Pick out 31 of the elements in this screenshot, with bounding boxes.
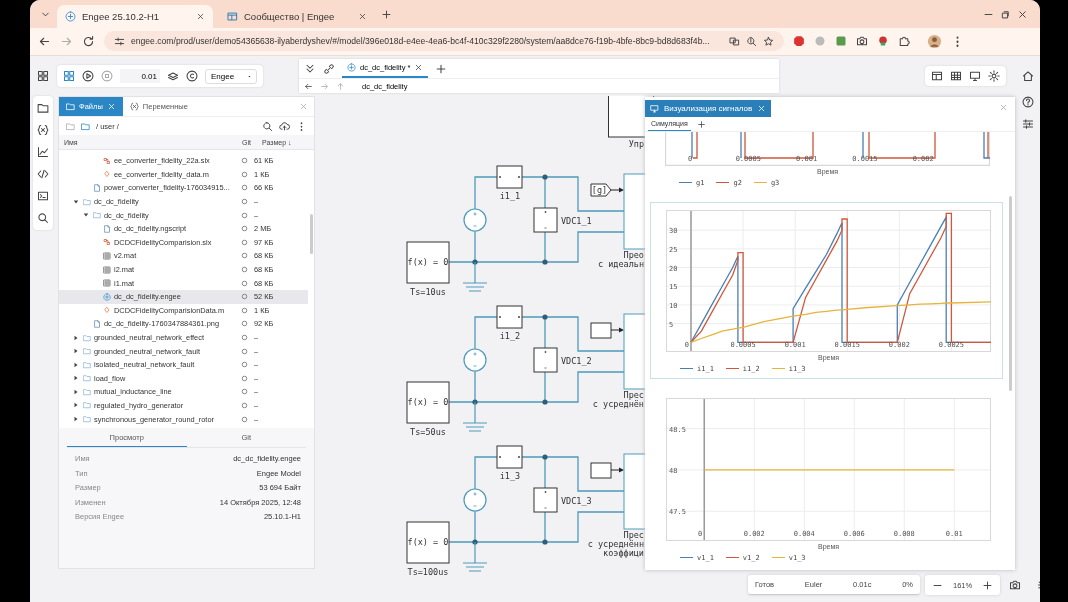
goto-tag-block: [g] <box>590 183 612 197</box>
block-label: Прео <box>623 250 644 260</box>
function-block: f(x) = 0 <box>406 241 450 284</box>
panel-tab[interactable]: Визуализация сигналов <box>645 99 772 117</box>
block-label: Прес <box>623 390 644 400</box>
block-label: Прес <box>623 530 644 540</box>
block-label: с идеальн <box>597 259 644 269</box>
url-text: engee.com/prod/user/demo54365638-ilyaberdyshev/#/model/396e018d-e4ee-4ea6-bc4f-410c329f2280/system/aa8dce76-f19b-4bfe-8bc9-bd8d683f4b... <box>131 36 711 47</box>
solver-dropdown[interactable]: Engee <box>205 68 257 84</box>
step-field[interactable]: 0.01 <box>120 69 160 83</box>
block-label: с усреднённ <box>587 539 644 549</box>
block-label: коэффици <box>603 548 644 558</box>
block-label: VDC1_3 <box>561 496 592 506</box>
block-label: Ts=10us <box>410 287 446 297</box>
block-label: i1_3 <box>499 471 521 481</box>
tab-title: Сообщество | Engee <box>244 10 336 22</box>
block-label: Упр <box>628 139 644 149</box>
function-block: f(x) = 0 <box>406 521 450 564</box>
block-label: i1_2 <box>499 331 521 341</box>
browser-tab[interactable]: Engee 25.10.2-H1 <box>57 4 213 28</box>
block-label: Ts=50us <box>410 427 446 437</box>
function-block: f(x) = 0 <box>406 381 450 424</box>
block-label: VDC1_2 <box>561 356 592 366</box>
tab-title: Визуализация сигналов <box>664 103 753 113</box>
browser-tab[interactable]: Сообщество | Engee <box>219 4 375 28</box>
tab-title: Engee 25.10.2-H1 <box>82 10 161 22</box>
block-label: Ts=100us <box>407 567 449 577</box>
block-label: VDC1_1 <box>561 216 592 226</box>
address-bar[interactable]: engee.com/prod/user/demo54365638-ilyaberdyshev/#/model/396e018d-e4ee-4ea6-bc4f-410c329f2280/system/aa8dce76-f19b-4bfe-8bc9-bd8d683f4b... <box>104 31 784 52</box>
block-label: с усреднён <box>592 399 644 409</box>
block-label: i1_1 <box>499 191 521 201</box>
